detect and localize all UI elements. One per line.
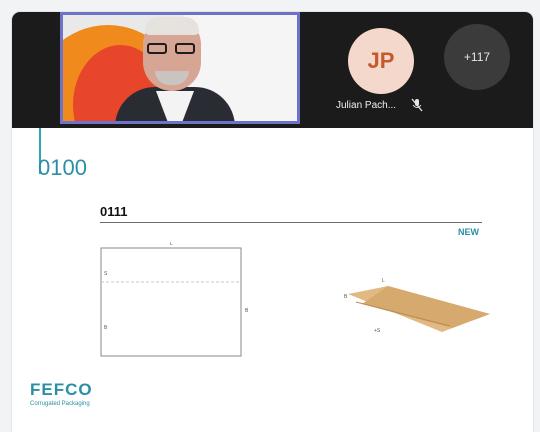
- svg-text:L: L: [382, 278, 385, 284]
- svg-text:+S: +S: [374, 328, 381, 334]
- flat-blank-drawing: L S B B: [100, 242, 249, 357]
- fefco-tagline: Corrugated Packaging: [30, 401, 90, 407]
- svg-text:S: S: [104, 271, 108, 277]
- meeting-bar: JP Julian Pach... +117: [12, 12, 533, 128]
- divider: [100, 222, 482, 223]
- mic-off-icon: [411, 98, 423, 112]
- participant-avatar[interactable]: JP: [348, 28, 414, 94]
- section-code: 0100: [38, 155, 87, 180]
- style-code: 0111: [100, 204, 128, 219]
- more-participants-button[interactable]: +117: [444, 24, 510, 90]
- new-badge: NEW: [458, 227, 479, 237]
- svg-text:L: L: [170, 242, 173, 247]
- active-speaker-video[interactable]: [60, 12, 300, 124]
- svg-text:B: B: [104, 325, 108, 331]
- participant-name: Julian Pach...: [336, 100, 397, 111]
- box-3d-diagram: L B +S: [344, 278, 490, 334]
- fefco-logo: FEFCO: [30, 380, 93, 399]
- window: JP Julian Pach... +117 0100 0111 NEW L S…: [12, 12, 533, 432]
- svg-text:B: B: [344, 294, 348, 300]
- svg-text:B: B: [245, 308, 249, 314]
